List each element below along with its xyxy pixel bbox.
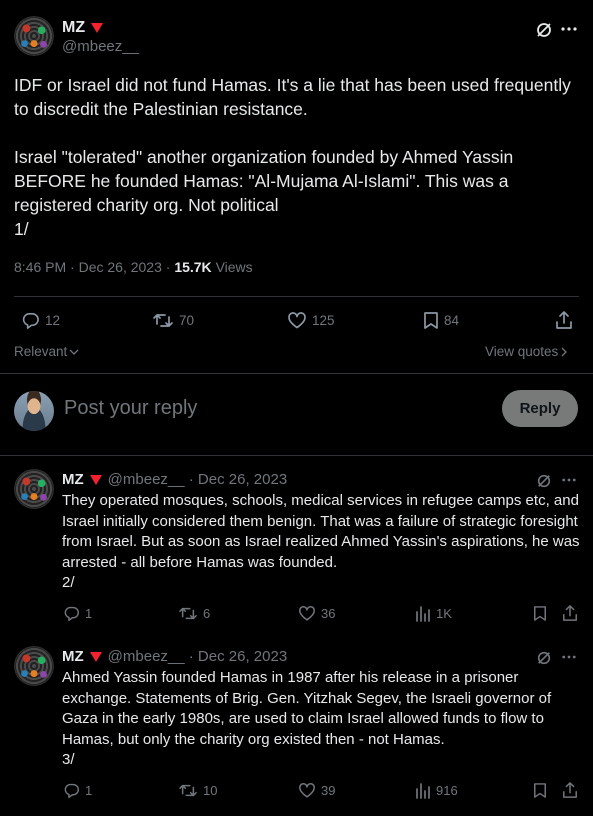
chevron-down-icon: [69, 349, 79, 355]
share-icon[interactable]: [562, 781, 578, 799]
reply-author-name[interactable]: MZ: [62, 471, 84, 488]
views-count: 15.7K: [174, 259, 212, 275]
reply-avatar[interactable]: [14, 646, 54, 686]
reply-input[interactable]: Post your reply: [64, 397, 197, 420]
repost-icon: [153, 314, 173, 327]
more-options-icon[interactable]: [561, 27, 577, 31]
author-avatar[interactable]: [14, 16, 54, 56]
like-action[interactable]: 125: [287, 311, 335, 330]
views-label: Views: [215, 259, 253, 275]
views-action[interactable]: 1K: [415, 605, 452, 622]
bookmark-icon[interactable]: [533, 605, 547, 622]
reply-icon: [64, 783, 79, 799]
like-action[interactable]: 39: [298, 782, 335, 799]
repost-icon: [179, 784, 197, 797]
divider: [14, 296, 579, 297]
chevron-right-icon: [561, 347, 568, 356]
bookmark-icon: [424, 312, 438, 329]
red-triangle-icon: [89, 651, 102, 662]
repost-action[interactable]: 6: [178, 605, 210, 622]
share-icon[interactable]: [562, 604, 578, 622]
repost-icon: [179, 607, 197, 620]
author-name-row[interactable]: MZ: [62, 19, 104, 37]
post-time[interactable]: 8:46 PM · Dec 26, 2023 ·: [14, 259, 174, 275]
view-quotes-link[interactable]: View quotes: [485, 344, 568, 359]
author-handle[interactable]: @mbeez__: [62, 38, 139, 55]
red-triangle-icon: [89, 474, 102, 485]
views-action[interactable]: 916: [415, 782, 458, 799]
grok-icon[interactable]: [535, 21, 553, 39]
bookmark-icon[interactable]: [533, 782, 547, 799]
more-options-icon[interactable]: [562, 655, 576, 659]
reply-author-name[interactable]: MZ: [62, 648, 84, 665]
divider: [0, 455, 593, 456]
reply-header: MZ @mbeez__ · Dec 26, 2023: [62, 648, 287, 665]
post-timestamp-row: 8:46 PM · Dec 26, 2023 · 15.7K Views: [14, 259, 253, 275]
bookmark-action[interactable]: 84: [423, 311, 459, 330]
reply-button[interactable]: Reply: [502, 390, 578, 427]
grok-icon[interactable]: [536, 650, 552, 666]
sort-dropdown[interactable]: Relevant: [14, 344, 79, 359]
reply-avatar[interactable]: [14, 469, 54, 509]
repost-action[interactable]: 10: [178, 782, 217, 799]
reply-meta[interactable]: @mbeez__ · Dec 26, 2023: [108, 471, 288, 488]
analytics-icon: [416, 606, 430, 622]
reply-icon: [64, 606, 79, 622]
reply-action[interactable]: 12: [21, 311, 60, 330]
analytics-icon: [416, 783, 430, 799]
grok-icon[interactable]: [536, 473, 552, 489]
reply-icon: [22, 313, 39, 329]
share-icon[interactable]: [555, 310, 573, 330]
divider: [0, 373, 593, 374]
like-action[interactable]: 36: [298, 605, 335, 622]
reply-header: MZ @mbeez__ · Dec 26, 2023: [62, 471, 287, 488]
heart-icon: [299, 605, 315, 621]
reply-meta[interactable]: @mbeez__ · Dec 26, 2023: [108, 648, 288, 665]
post-text: IDF or Israel did not fund Hamas. It's a…: [14, 75, 571, 239]
reply-text: Ahmed Yassin founded Hamas in 1987 after…: [62, 669, 552, 769]
more-options-icon[interactable]: [562, 478, 576, 482]
repost-action[interactable]: 70: [152, 311, 194, 330]
reply-action[interactable]: 1: [63, 605, 92, 622]
heart-icon: [288, 312, 306, 329]
user-avatar[interactable]: [14, 391, 54, 431]
red-triangle-icon: [91, 23, 104, 33]
reply-text: They operated mosques, schools, medical …: [62, 492, 580, 592]
reply-action[interactable]: 1: [63, 782, 92, 799]
author-name[interactable]: MZ: [62, 19, 85, 37]
heart-icon: [299, 782, 315, 798]
